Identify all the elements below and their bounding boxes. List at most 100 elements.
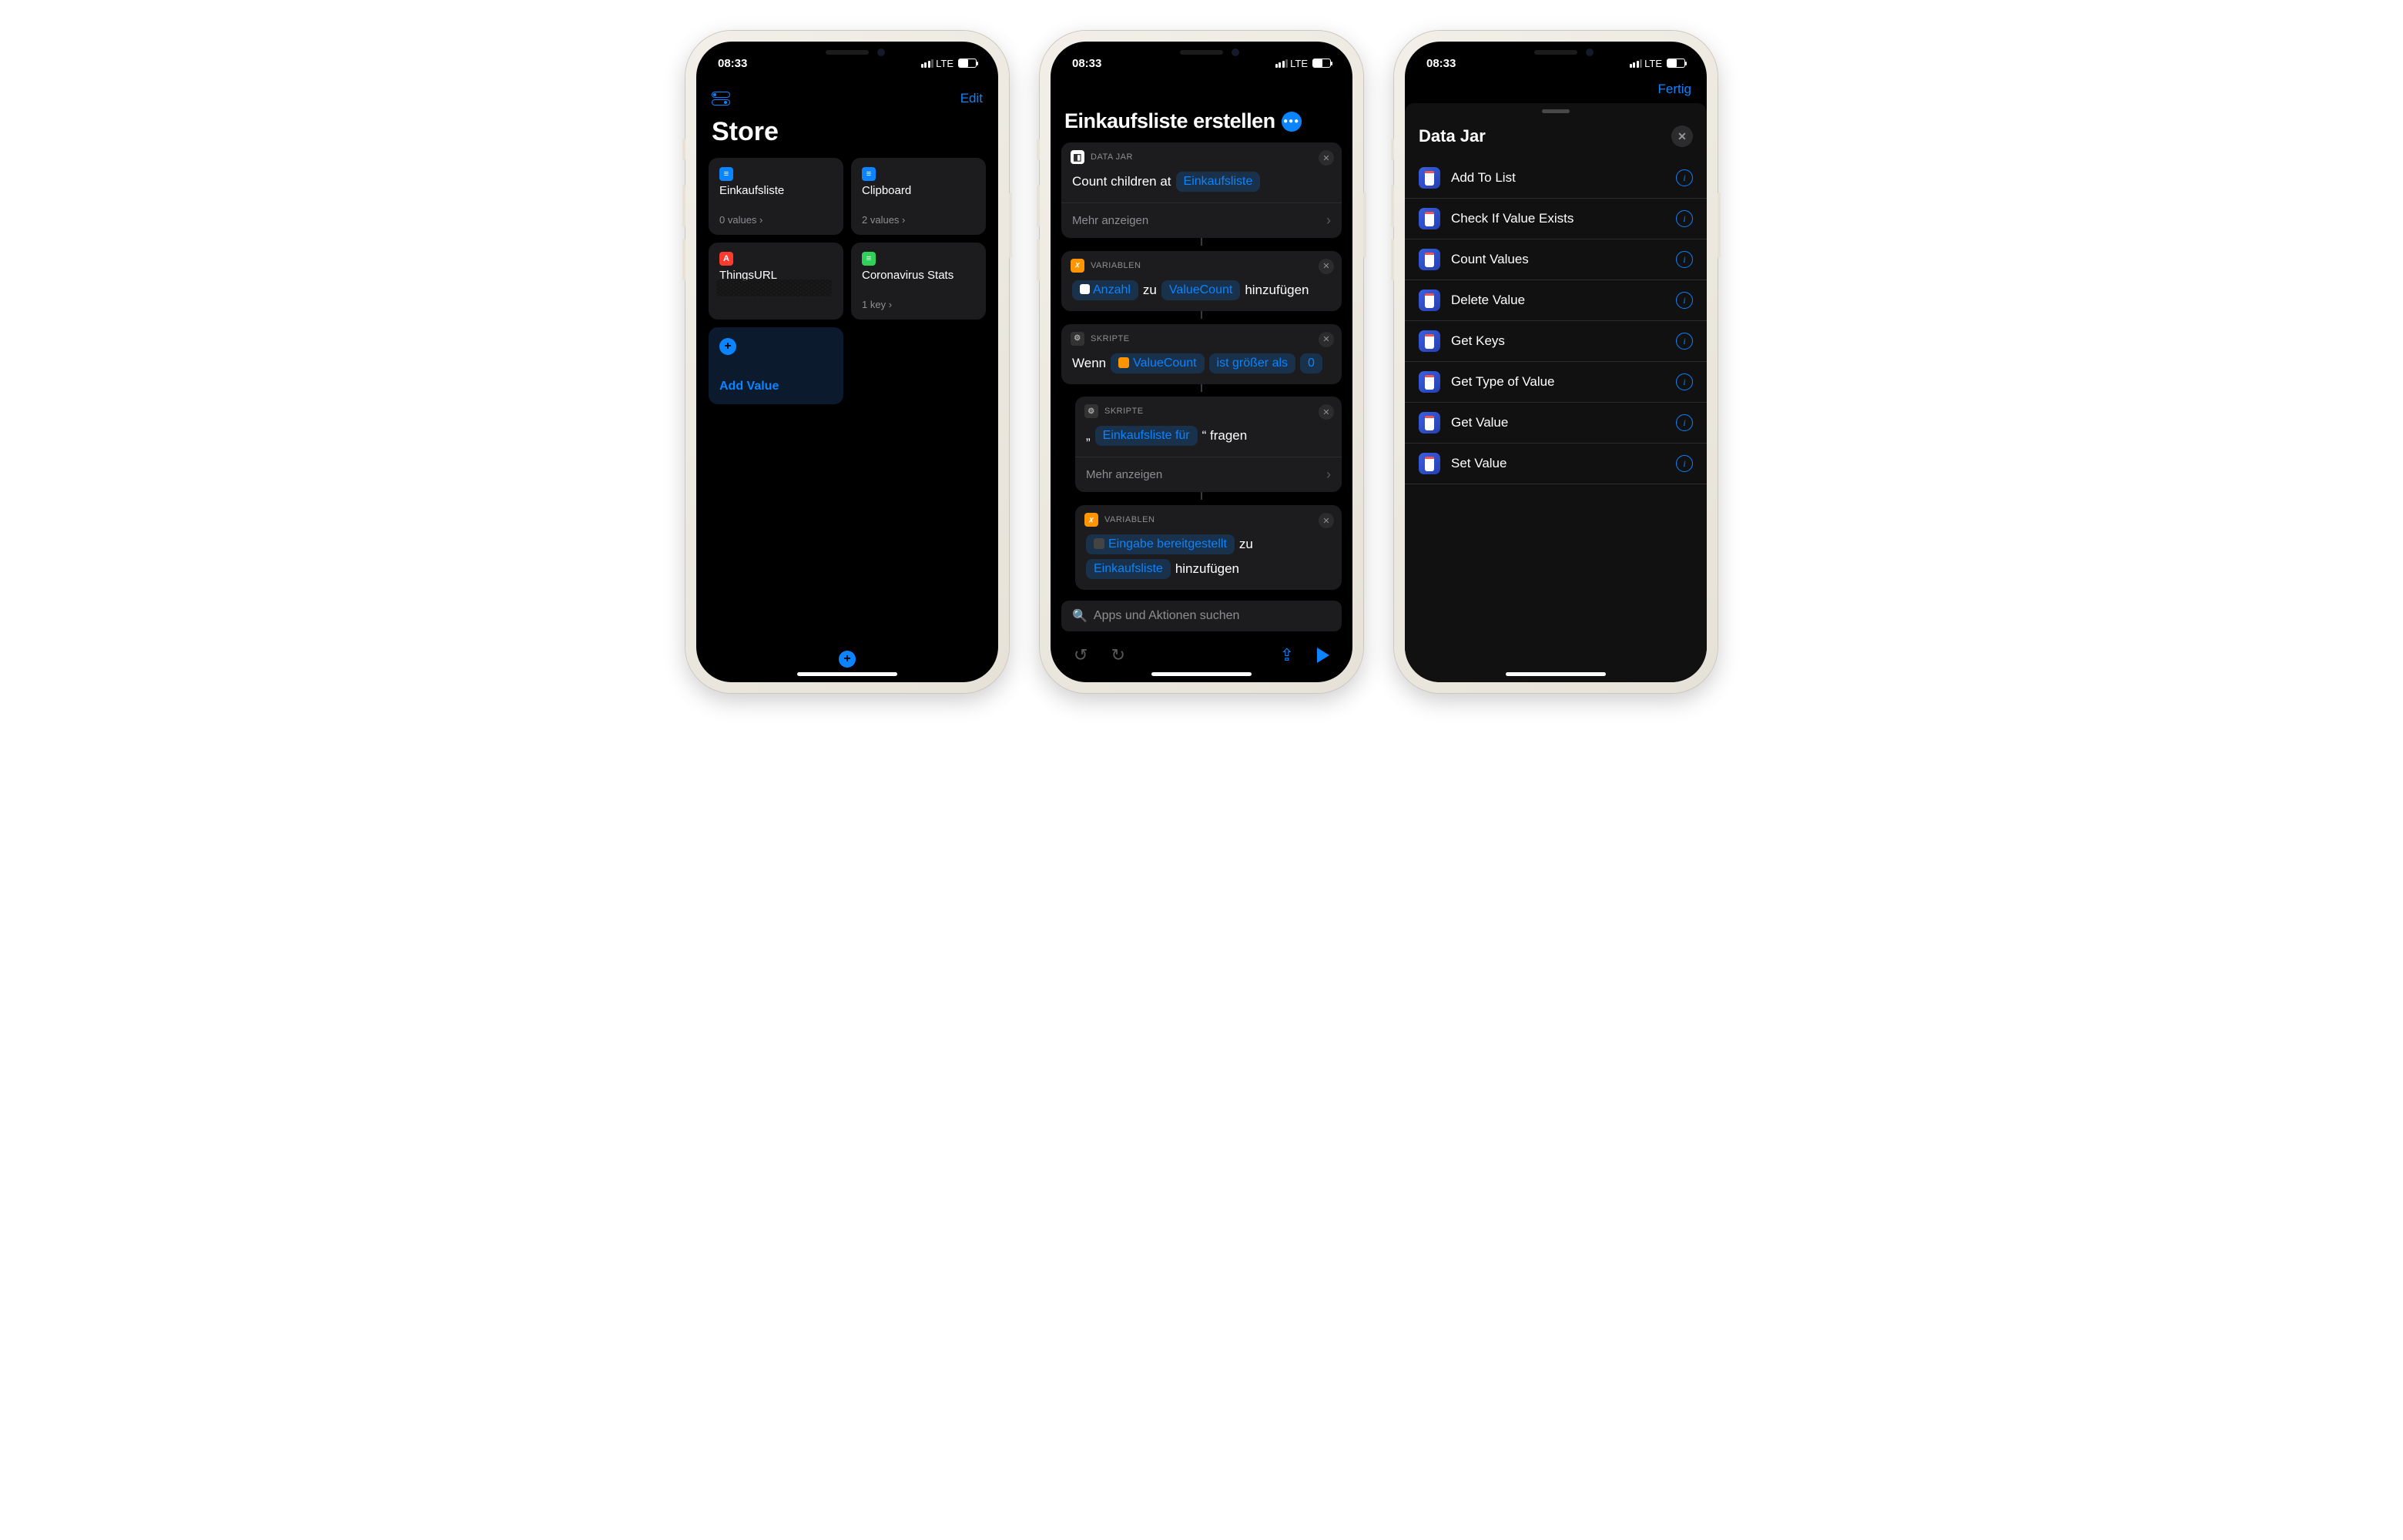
redo-icon[interactable]: ↻ [1111, 645, 1124, 665]
action-row[interactable]: Set Valuei [1405, 444, 1707, 484]
key-token[interactable]: Einkaufsliste [1176, 172, 1261, 192]
store-card-coronavirus[interactable]: ≡ Coronavirus Stats 1 key [851, 243, 986, 320]
action-add-variable[interactable]: ✕ 𝑥 VARIABLEN Eingabe bereitgestellt zu … [1075, 505, 1342, 590]
show-more-row[interactable]: Mehr anzeigen › [1075, 457, 1342, 492]
search-actions-field[interactable]: 🔍 Apps und Aktionen suchen [1061, 601, 1342, 631]
action-set-variable[interactable]: ✕ 𝑥 VARIABLEN Anzahl zu ValueCount hinzu… [1061, 251, 1342, 311]
home-indicator[interactable] [1151, 672, 1252, 676]
add-value-card[interactable]: + Add Value [709, 327, 843, 404]
card-title: Clipboard [862, 184, 975, 197]
power-button [1009, 192, 1012, 258]
variable-icon: 𝑥 [1084, 513, 1098, 527]
close-icon[interactable]: ✕ [1671, 126, 1693, 147]
condition-token[interactable]: ist größer als [1209, 353, 1295, 373]
action-ask[interactable]: ✕ ⚙ SKRIPTE „ Einkaufsliste für “ fragen… [1075, 397, 1342, 492]
info-icon[interactable]: i [1676, 414, 1693, 431]
status-time: 08:33 [718, 57, 747, 70]
action-row[interactable]: Get Keys i [1405, 321, 1707, 362]
info-icon[interactable]: i [1676, 373, 1693, 390]
remove-action-icon[interactable]: ✕ [1319, 332, 1334, 347]
action-if[interactable]: ✕ ⚙ SKRIPTE Wenn ValueCount ist größer a… [1061, 324, 1342, 384]
action-count-children[interactable]: ✕ DATA JAR Count children at Einkaufslis… [1061, 142, 1342, 238]
done-button[interactable]: Fertig [1304, 85, 1337, 109]
card-title: Einkaufsliste [719, 184, 833, 197]
connector-line [1061, 317, 1342, 324]
magnifier-icon: 🔍 [1072, 608, 1088, 624]
action-text: hinzufügen [1245, 283, 1309, 298]
remove-action-icon[interactable]: ✕ [1319, 259, 1334, 274]
variable-token[interactable]: ValueCount [1161, 280, 1240, 300]
sheet-grabber[interactable] [1542, 109, 1570, 113]
variable-token[interactable]: Einkaufsliste [1086, 559, 1171, 579]
phone-frame-store: 08:33 LTE Edit Store ≡ Einkaufsliste [685, 31, 1009, 693]
action-text: zu [1239, 537, 1253, 552]
done-button-behind[interactable]: Fertig [1658, 82, 1691, 97]
action-app-label: DATA JAR [1091, 152, 1133, 162]
info-icon[interactable]: i [1676, 210, 1693, 227]
store-card-einkaufsliste[interactable]: ≡ Einkaufsliste 0 values [709, 158, 843, 235]
mute-switch [1391, 139, 1394, 160]
action-row-label: Get Keys [1451, 333, 1665, 349]
action-app-label: SKRIPTE [1104, 407, 1144, 416]
info-icon[interactable]: i [1676, 333, 1693, 350]
info-icon[interactable]: i [1676, 251, 1693, 268]
action-row[interactable]: Add To Listi [1405, 158, 1707, 199]
action-row[interactable]: Check If Value Existsi [1405, 199, 1707, 239]
edit-button[interactable]: Edit [960, 91, 983, 106]
search-placeholder: Apps und Aktionen suchen [1094, 609, 1239, 623]
status-time: 08:33 [1072, 57, 1101, 70]
shortcut-title: Einkaufsliste erstellen [1064, 109, 1275, 133]
show-more-row[interactable]: Mehr anzeigen › [1061, 203, 1342, 238]
script-icon: ⚙ [1071, 332, 1084, 346]
sheet-title: Data Jar [1419, 126, 1486, 146]
action-text: zu [1143, 283, 1157, 298]
datajar-app-icon [1419, 330, 1440, 352]
datajar-app-icon [1419, 371, 1440, 393]
undo-icon[interactable]: ↺ [1074, 645, 1088, 665]
text-token[interactable]: Einkaufsliste für [1095, 426, 1198, 446]
home-indicator[interactable] [1506, 672, 1606, 676]
more-icon[interactable]: ●●● [1282, 112, 1302, 132]
info-icon[interactable]: i [1676, 169, 1693, 186]
action-row[interactable]: Get Type of Value i [1405, 362, 1707, 403]
action-row[interactable]: Delete Valuei [1405, 280, 1707, 321]
mute-switch [682, 139, 685, 160]
chevron-right-icon: › [1326, 213, 1331, 229]
volume-up [1391, 185, 1394, 227]
list-icon: ≡ [862, 252, 876, 266]
connector-line [1061, 390, 1342, 397]
power-button [1718, 192, 1721, 258]
home-indicator[interactable] [797, 672, 897, 676]
variable-token[interactable]: ValueCount [1111, 353, 1204, 373]
list-icon: ≡ [862, 167, 876, 181]
signal-bars-icon [1275, 59, 1289, 68]
signal-bars-icon [921, 59, 934, 68]
card-meta: 1 key [862, 299, 975, 310]
info-icon[interactable]: i [1676, 292, 1693, 309]
store-card-clipboard[interactable]: ≡ Clipboard 2 values [851, 158, 986, 235]
input-token[interactable]: Eingabe bereitgestellt [1086, 534, 1235, 554]
status-time: 08:33 [1426, 57, 1456, 70]
action-row[interactable]: Count Valuesi [1405, 239, 1707, 280]
phone-frame-sheet: 08:33 LTE Fertig Data Jar ✕ Add To Listi… [1394, 31, 1718, 693]
play-icon[interactable] [1317, 648, 1329, 663]
datajar-app-icon [1419, 249, 1440, 270]
battery-icon [1312, 59, 1331, 68]
store-card-thingsurl[interactable]: A ThingsURL x [709, 243, 843, 320]
toggle-icon[interactable] [712, 92, 732, 105]
number-token[interactable]: 0 [1300, 353, 1322, 373]
add-value-label: Add Value [719, 380, 833, 393]
share-icon[interactable]: ⇪ [1280, 645, 1294, 665]
carrier-label: LTE [1644, 58, 1662, 69]
info-icon[interactable]: i [1676, 455, 1693, 472]
volume-down [682, 239, 685, 281]
action-row-label: Get Type of Value [1451, 374, 1665, 390]
action-row-label: Get Value [1451, 415, 1665, 430]
remove-action-icon[interactable]: ✕ [1319, 150, 1334, 166]
volume-up [1037, 185, 1040, 227]
remove-action-icon[interactable]: ✕ [1319, 513, 1334, 528]
variable-token[interactable]: Anzahl [1072, 280, 1138, 300]
action-picker-sheet: Fertig Data Jar ✕ Add To ListiCheck If V… [1405, 103, 1707, 682]
action-row[interactable]: Get Value i [1405, 403, 1707, 444]
add-button[interactable]: + [839, 651, 856, 668]
